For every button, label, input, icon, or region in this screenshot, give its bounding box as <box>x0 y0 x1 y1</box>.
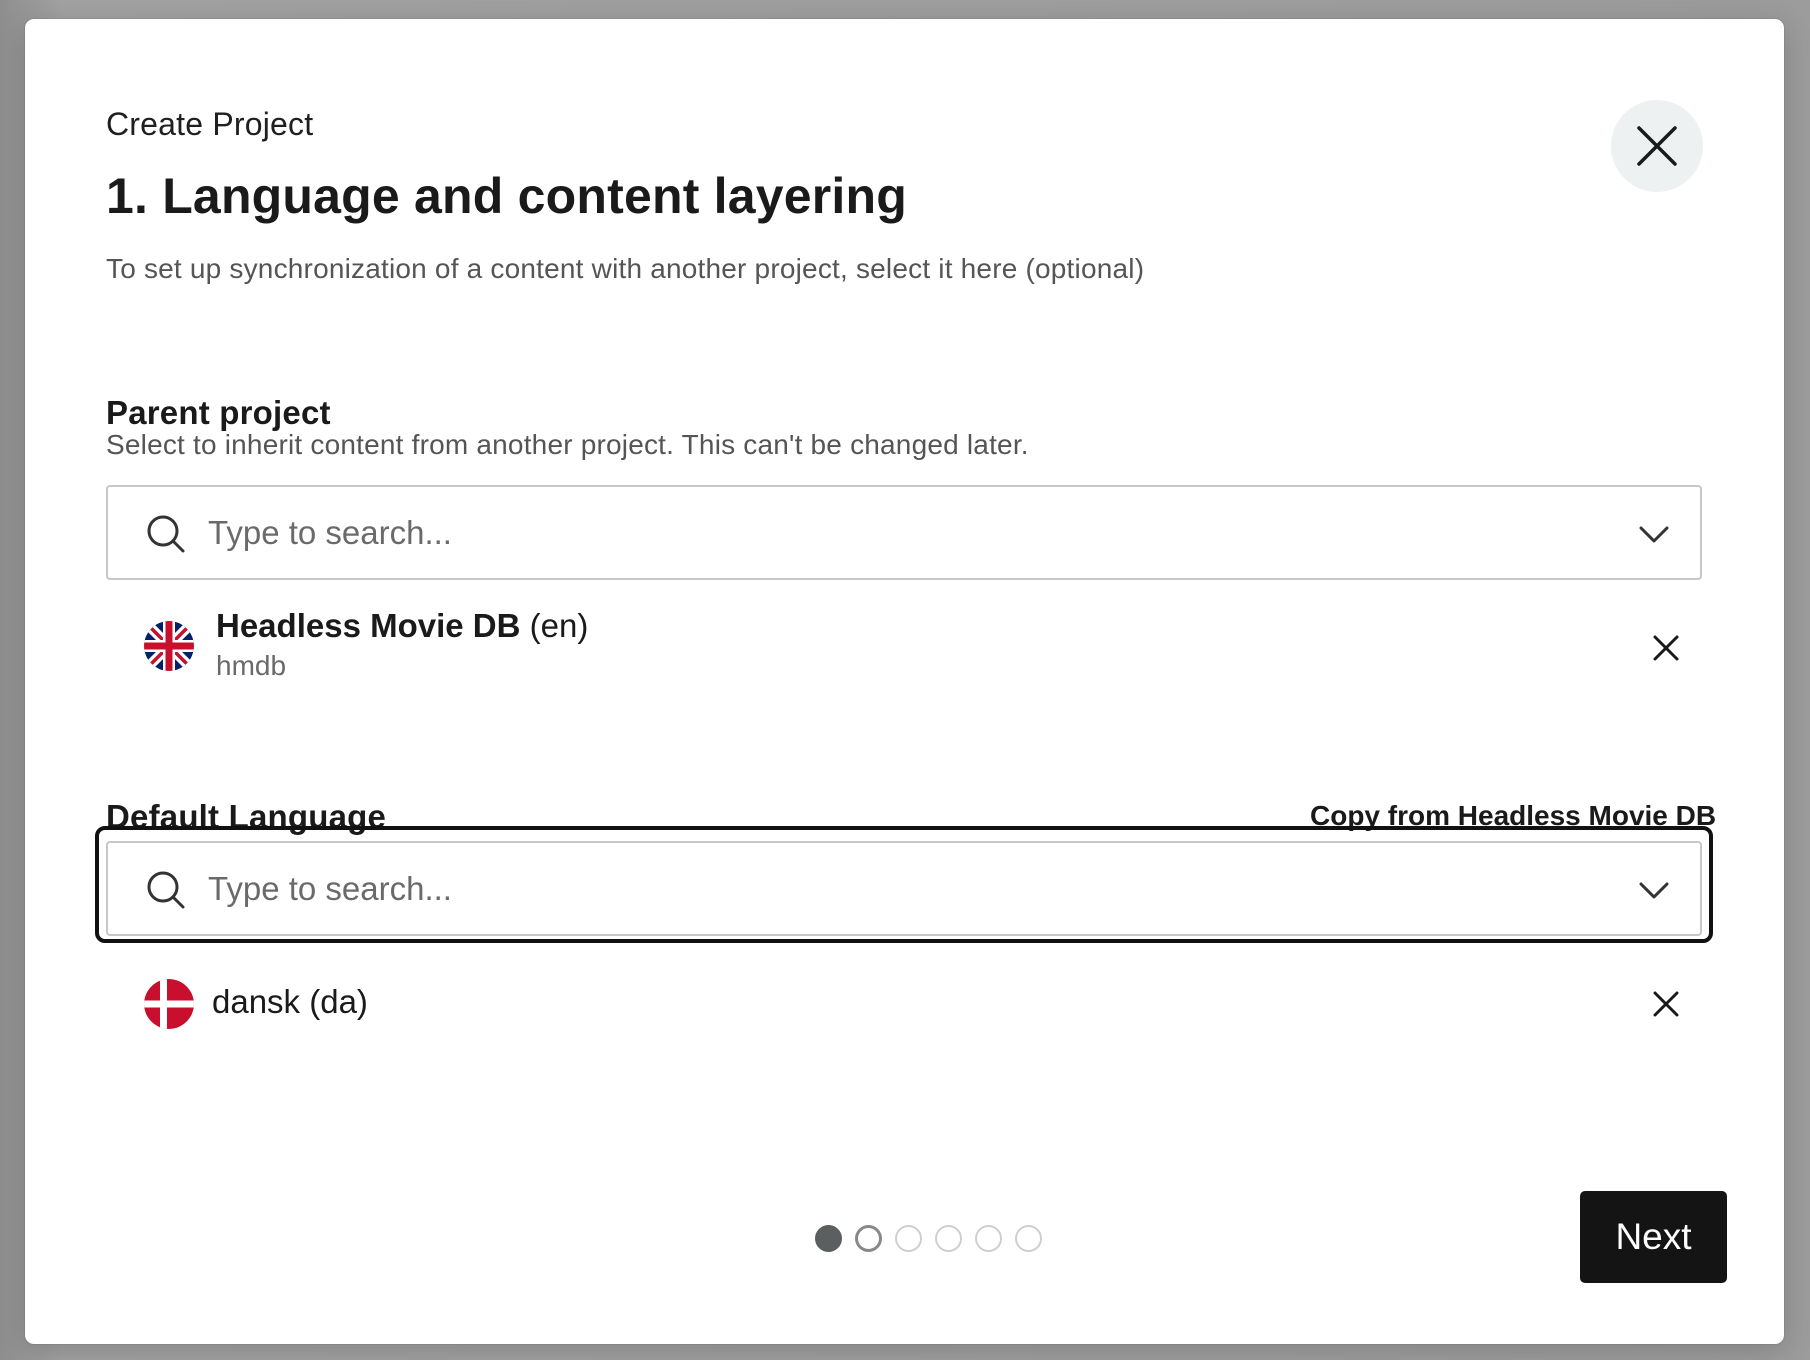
step-dot-4 <box>935 1224 962 1252</box>
parent-project-name: Headless Movie DB <box>216 607 521 644</box>
parent-project-helper: Select to inherit content from another p… <box>106 429 1029 460</box>
next-button[interactable]: Next <box>1580 1191 1727 1283</box>
remove-default-language-icon[interactable] <box>1651 989 1681 1019</box>
step-indicator <box>815 1224 1042 1252</box>
close-button[interactable] <box>1611 100 1703 192</box>
parent-project-label: Parent project <box>106 394 331 431</box>
selected-default-language: dansk (da) <box>106 979 1702 1059</box>
search-icon <box>147 515 185 553</box>
parent-project-lang: (en) <box>529 607 589 644</box>
create-project-dialog: Create Project 1. Language and content l… <box>25 19 1784 1344</box>
parent-project-select[interactable] <box>106 485 1702 580</box>
step-dot-5 <box>975 1224 1002 1252</box>
search-icon <box>147 871 185 909</box>
dialog-breadcrumb: Create Project <box>106 106 314 142</box>
step-dot-2 <box>855 1224 882 1252</box>
chevron-down-icon[interactable] <box>1638 518 1670 550</box>
step-dot-3 <box>895 1224 922 1252</box>
dialog-title: 1. Language and content layering <box>106 168 907 224</box>
step-dot-1 <box>815 1224 842 1252</box>
uk-flag-icon <box>144 621 194 671</box>
chevron-down-icon[interactable] <box>1638 874 1670 906</box>
dialog-subtitle: To set up synchronization of a content w… <box>106 253 1145 284</box>
parent-project-search-input[interactable] <box>208 507 1508 559</box>
close-icon <box>1637 126 1677 166</box>
default-language-search-input[interactable] <box>208 863 1508 915</box>
selected-parent-project: Headless Movie DB (en) hmdb <box>106 607 1702 687</box>
parent-project-slug: hmdb <box>216 650 287 681</box>
step-dot-6 <box>1015 1224 1042 1252</box>
default-language-select[interactable] <box>106 841 1702 936</box>
denmark-flag-icon <box>144 979 194 1029</box>
remove-parent-project-icon[interactable] <box>1651 633 1681 663</box>
default-language-name: dansk (da) <box>212 983 368 1020</box>
